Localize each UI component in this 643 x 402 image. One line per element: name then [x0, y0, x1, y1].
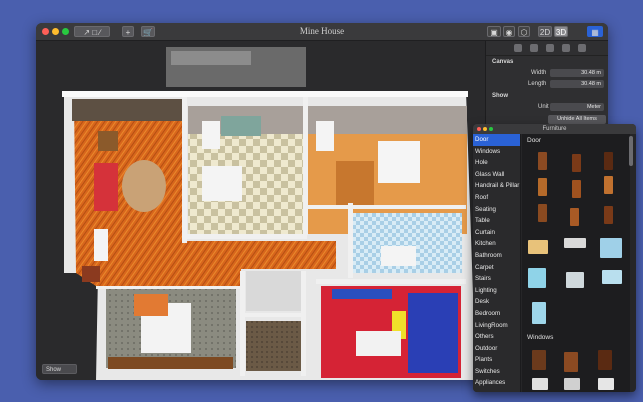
- category-appliances[interactable]: Appliances: [473, 377, 520, 389]
- category-plants[interactable]: Plants: [473, 354, 520, 366]
- furniture-zoom-button[interactable]: [489, 127, 493, 131]
- show-select[interactable]: Show: [42, 364, 77, 374]
- camera-icon[interactable]: ◉: [503, 26, 515, 37]
- title-bar: ↗ □ ∕ + 🛒 Mine House ▣ ◉ ⬡ 2D 3D ▦: [36, 23, 608, 41]
- category-door[interactable]: Door: [473, 134, 520, 146]
- category-handrail-pillar[interactable]: Handrail & Pillar: [473, 180, 520, 192]
- width-label: Width: [531, 70, 547, 76]
- inspector-tabs: [486, 41, 608, 56]
- category-roof[interactable]: Roof: [473, 192, 520, 204]
- category-carpet[interactable]: Carpet: [473, 262, 520, 274]
- category-stairs[interactable]: Stairs: [473, 273, 520, 285]
- furniture-title: Furniture: [473, 124, 636, 134]
- sidebar-toggle-icon[interactable]: ▦: [587, 26, 603, 37]
- door-item[interactable]: [604, 176, 613, 194]
- length-field[interactable]: 30.48 m: [550, 80, 604, 88]
- door-section-heading: Door: [527, 137, 542, 144]
- window-item[interactable]: [598, 378, 614, 390]
- unhide-all-button[interactable]: Unhide All Items: [548, 115, 606, 124]
- door-item[interactable]: [604, 152, 613, 170]
- window-item[interactable]: [532, 350, 546, 370]
- gallery-scrollbar[interactable]: [629, 136, 633, 166]
- category-outdoor[interactable]: Outdoor: [473, 343, 520, 355]
- window-item[interactable]: [532, 378, 548, 390]
- grid-tab-icon[interactable]: [530, 44, 538, 52]
- category-hole[interactable]: Hole: [473, 157, 520, 169]
- window-item[interactable]: [564, 352, 578, 372]
- document-tab-icon[interactable]: [514, 44, 522, 52]
- door-item[interactable]: [564, 238, 586, 248]
- category-switches[interactable]: Switches: [473, 366, 520, 378]
- furniture-title-label: Furniture: [542, 126, 567, 132]
- furniture-gallery: Door Windows: [522, 134, 630, 392]
- door-item[interactable]: [528, 268, 546, 288]
- category-glass-wall[interactable]: Glass Wall: [473, 169, 520, 181]
- category-kitchen[interactable]: Kitchen: [473, 238, 520, 250]
- shape-icon[interactable]: ⬡: [518, 26, 530, 37]
- furniture-minimize-button[interactable]: [483, 127, 487, 131]
- canvas-heading: Canvas: [492, 59, 514, 65]
- window-item[interactable]: [564, 378, 580, 390]
- door-item[interactable]: [570, 208, 579, 226]
- category-windows[interactable]: Windows: [473, 146, 520, 158]
- window-item[interactable]: [598, 350, 612, 370]
- length-label: Length: [528, 81, 547, 87]
- width-field[interactable]: 30.48 m: [550, 69, 604, 77]
- category-table[interactable]: Table: [473, 215, 520, 227]
- show-heading: Show: [492, 93, 508, 99]
- cube-icon[interactable]: ▣: [487, 26, 501, 37]
- category-others[interactable]: Others: [473, 331, 520, 343]
- unit-label: Unit: [538, 104, 549, 110]
- category-bedroom[interactable]: Bedroom: [473, 308, 520, 320]
- category-livingroom[interactable]: LivingRoom: [473, 320, 520, 332]
- door-item[interactable]: [604, 206, 613, 224]
- furniture-close-button[interactable]: [477, 127, 481, 131]
- door-item[interactable]: [572, 154, 581, 172]
- category-list: Door Windows Hole Glass Wall Handrail & …: [473, 134, 521, 392]
- furniture-panel: Furniture Door Windows Hole Glass Wall H…: [473, 124, 636, 392]
- door-item[interactable]: [600, 238, 622, 258]
- door-item[interactable]: [528, 240, 548, 254]
- view-3d-button[interactable]: 3D: [554, 26, 568, 37]
- layers-tab-icon[interactable]: [546, 44, 554, 52]
- door-item[interactable]: [538, 152, 547, 170]
- info-tab-icon[interactable]: [562, 44, 570, 52]
- windows-section-heading: Windows: [527, 334, 554, 341]
- door-item[interactable]: [572, 180, 581, 198]
- door-item[interactable]: [532, 302, 546, 324]
- category-seating[interactable]: Seating: [473, 204, 520, 216]
- unit-select[interactable]: Meter: [550, 103, 604, 111]
- category-curtain[interactable]: Curtain: [473, 227, 520, 239]
- view-2d-button[interactable]: 2D: [538, 26, 552, 37]
- edit-tab-icon[interactable]: [578, 44, 586, 52]
- door-item[interactable]: [538, 178, 547, 196]
- category-desk[interactable]: Desk: [473, 296, 520, 308]
- door-item[interactable]: [566, 272, 584, 288]
- door-item[interactable]: [538, 204, 547, 222]
- category-bathroom[interactable]: Bathroom: [473, 250, 520, 262]
- category-lighting[interactable]: Lighting: [473, 285, 520, 297]
- door-item[interactable]: [602, 270, 622, 284]
